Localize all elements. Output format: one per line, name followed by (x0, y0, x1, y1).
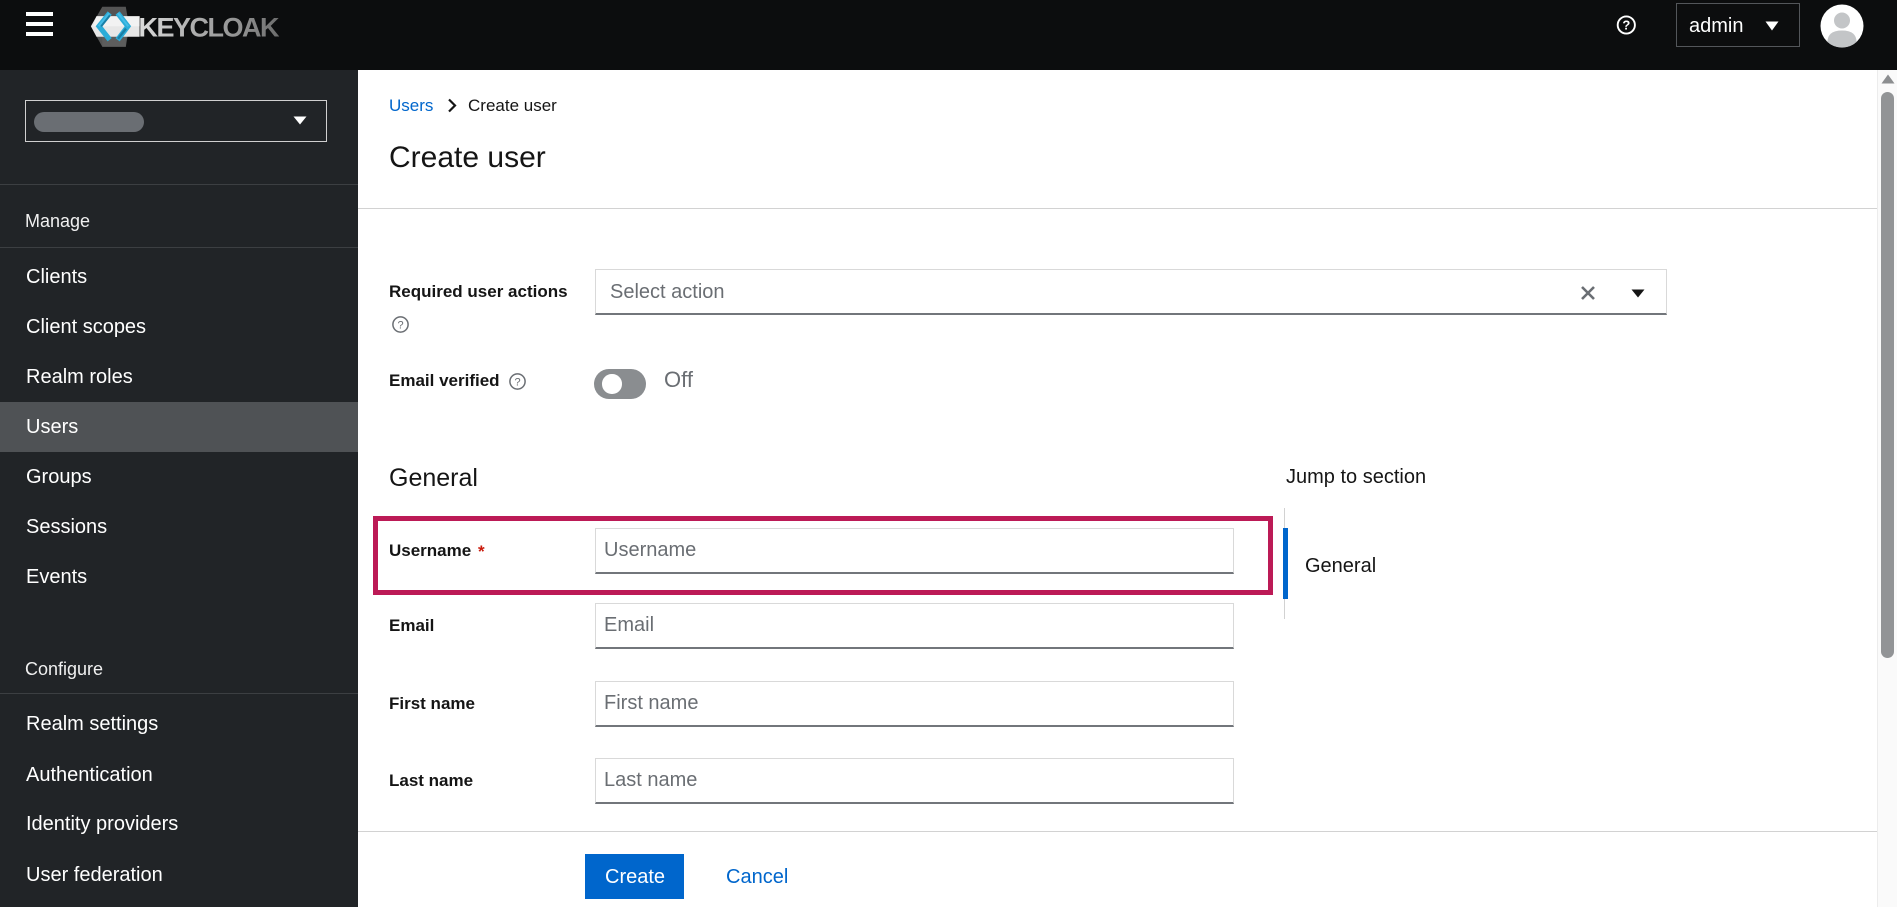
svg-text:KEYCLOAK: KEYCLOAK (139, 13, 281, 43)
svg-text:?: ? (397, 320, 403, 332)
svg-text:?: ? (514, 377, 520, 389)
svg-text:?: ? (1622, 18, 1630, 33)
